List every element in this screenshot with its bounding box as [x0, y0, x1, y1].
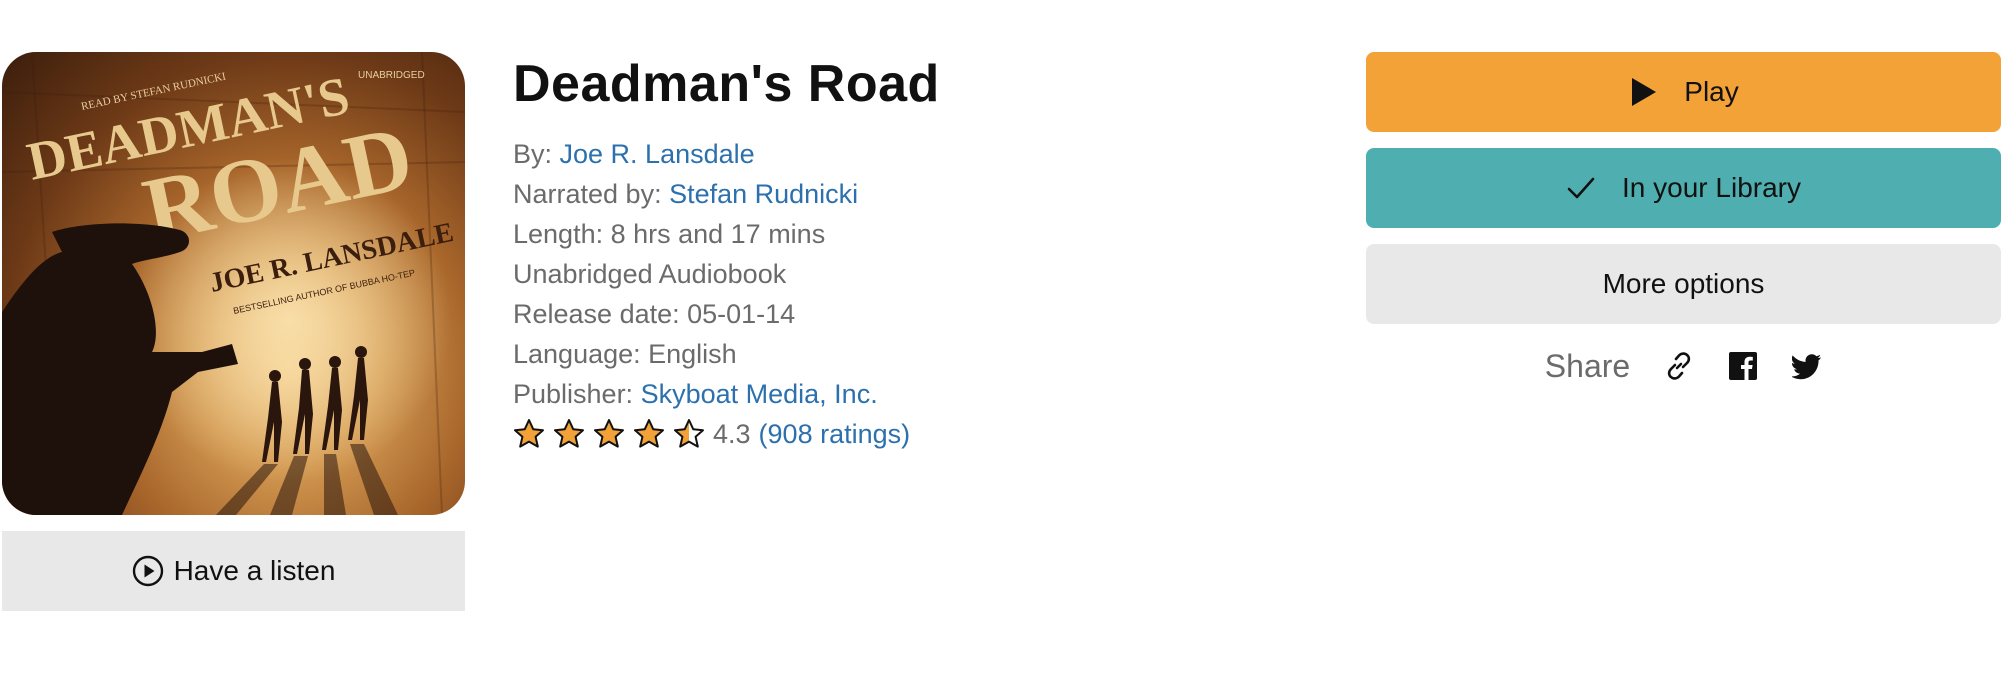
more-options-label: More options — [1602, 268, 1765, 299]
book-title: Deadman's Road — [513, 55, 940, 113]
rating-value: 4.3 — [713, 418, 751, 449]
ratings-count-link[interactable]: (908 ratings) — [759, 419, 911, 450]
author-prefix: By: — [513, 139, 560, 169]
share-row: Share — [1366, 340, 2001, 392]
checkmark-icon — [1567, 177, 1595, 199]
author-link[interactable]: Joe R. Lansdale — [560, 139, 755, 169]
publisher-link[interactable]: Skyboat Media, Inc. — [641, 379, 878, 409]
star-icon — [554, 419, 584, 448]
star-icon — [634, 419, 664, 448]
publisher-row: Publisher: Skyboat Media, Inc. — [513, 374, 1273, 414]
link-icon[interactable] — [1664, 351, 1694, 381]
play-label: Play — [1684, 76, 1739, 107]
cover-unabridged: UNABRIDGED — [358, 70, 425, 81]
share-label: Share — [1544, 347, 1631, 384]
release-date-text: Release date: 05-01-14 — [513, 299, 796, 329]
play-circle-icon — [132, 555, 163, 587]
cover-column: READ BY STEFAN RUDNICKI UNABRIDGED DEADM… — [2, 52, 465, 611]
facebook-icon[interactable] — [1728, 351, 1758, 381]
star-icon — [514, 419, 544, 448]
star-icon — [674, 419, 704, 448]
narrator-row: Narrated by: Stefan Rudnicki — [513, 174, 1273, 214]
in-library-label: In your Library — [1622, 172, 1801, 203]
play-icon — [1632, 78, 1657, 106]
publisher-prefix: Publisher: — [513, 379, 641, 409]
twitter-icon[interactable] — [1792, 351, 1822, 381]
have-a-listen-label: Have a listen — [173, 555, 336, 586]
format-text: Unabridged Audiobook — [513, 259, 787, 289]
star-icon — [594, 419, 624, 448]
book-info: Deadman's Road By: Joe R. Lansdale Narra… — [513, 52, 1273, 454]
have-a-listen-button[interactable]: Have a listen — [2, 531, 465, 611]
length-text: Length: 8 hrs and 17 mins — [513, 219, 826, 249]
in-library-button[interactable]: In your Library — [1366, 148, 2001, 228]
play-button[interactable]: Play — [1366, 52, 2001, 132]
star-rating — [513, 418, 705, 450]
book-meta: By: Joe R. Lansdale Narrated by: Stefan … — [513, 134, 1273, 454]
narrator-link[interactable]: Stefan Rudnicki — [669, 179, 858, 209]
narrator-prefix: Narrated by: — [513, 179, 670, 209]
author-row: By: Joe R. Lansdale — [513, 134, 1273, 174]
more-options-button[interactable]: More options — [1366, 244, 2001, 324]
action-panel: Play In your Library More options Share — [1366, 52, 2001, 392]
rating-row: 4.3 (908 ratings) — [513, 414, 1273, 454]
book-cover[interactable]: READ BY STEFAN RUDNICKI UNABRIDGED DEADM… — [2, 52, 465, 515]
cover-art: READ BY STEFAN RUDNICKI UNABRIDGED DEADM… — [2, 52, 465, 515]
language-text: Language: English — [513, 339, 737, 369]
